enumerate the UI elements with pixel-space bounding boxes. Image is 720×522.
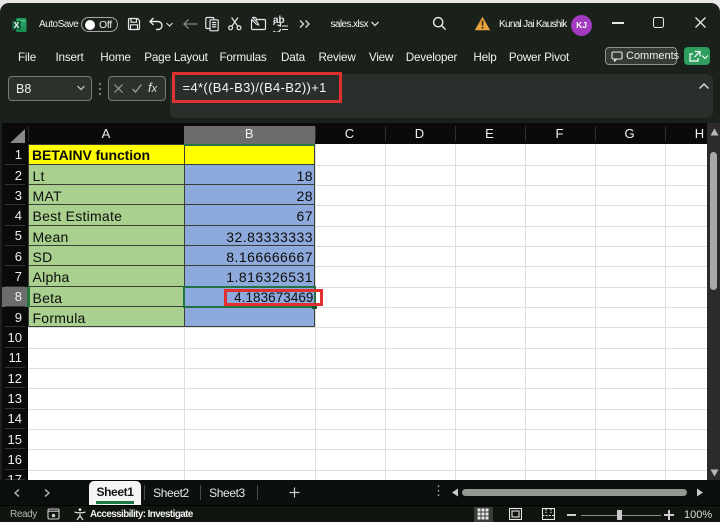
svg-text:X: X [14, 19, 20, 29]
